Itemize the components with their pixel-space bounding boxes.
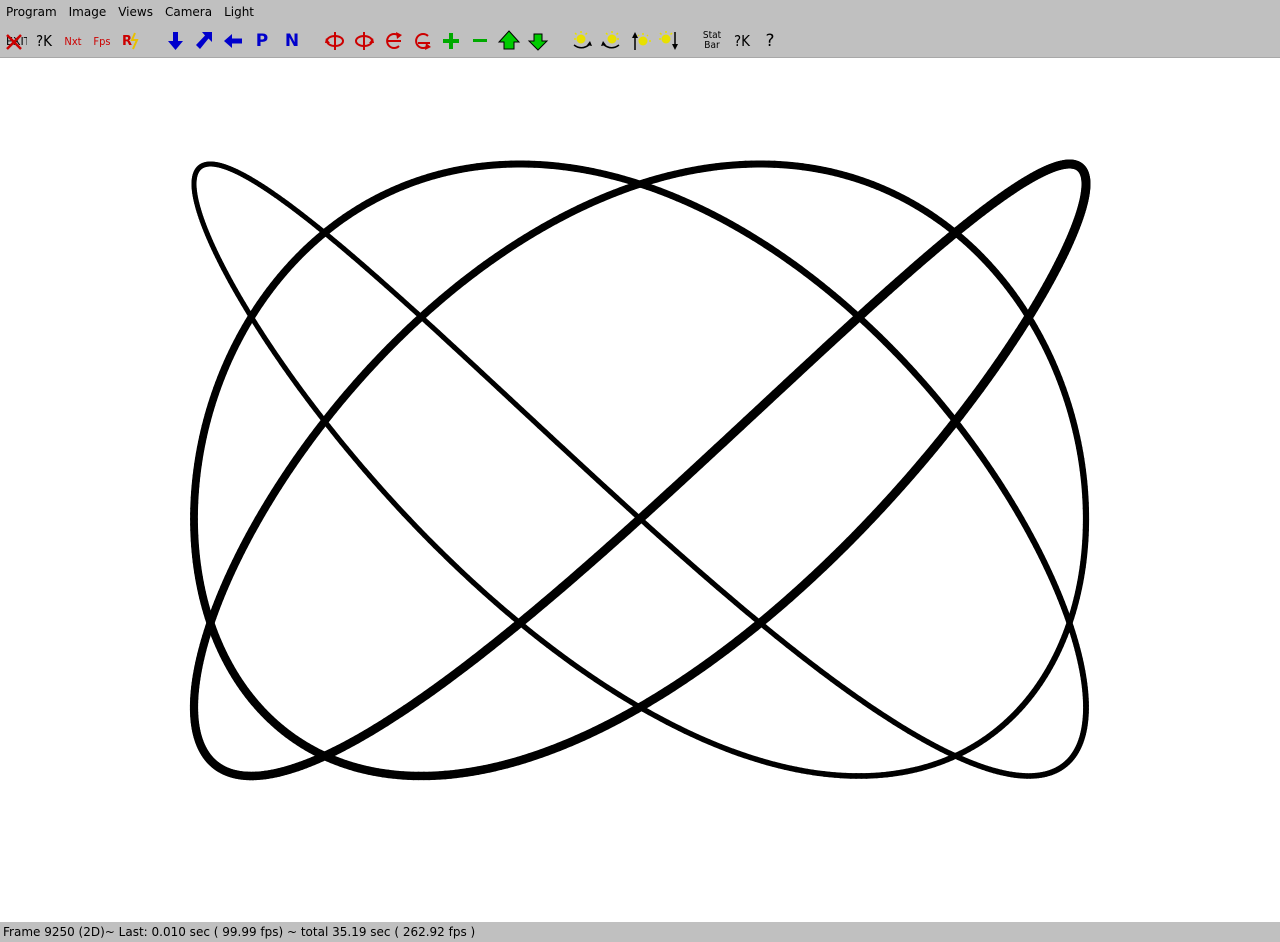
arrow-diagonal-button[interactable] xyxy=(191,28,217,54)
menu-views[interactable]: Views xyxy=(112,0,159,25)
zoom-in-button[interactable] xyxy=(438,28,464,54)
n-icon: N xyxy=(284,31,300,51)
ok-query-icon: ?K xyxy=(733,31,750,50)
help-icon: ? xyxy=(765,31,775,51)
reset-button[interactable]: R xyxy=(118,28,144,54)
light-rotate-left-icon xyxy=(573,31,592,49)
ok-query-button[interactable]: ?K xyxy=(31,28,57,54)
menu-light[interactable]: Light xyxy=(218,0,260,25)
fps-icon: Fps xyxy=(93,34,111,48)
move-up-button[interactable] xyxy=(496,28,522,54)
p-button[interactable]: P xyxy=(249,28,275,54)
p-icon: P xyxy=(255,31,269,51)
rotate-z-left-button[interactable] xyxy=(380,28,406,54)
rotate-y-right-button[interactable] xyxy=(351,28,377,54)
status-bar: Frame 9250 (2D)~ Last: 0.010 sec ( 99.99… xyxy=(0,922,1280,942)
rotate-z-left-icon xyxy=(386,32,402,49)
menu-camera[interactable]: Camera xyxy=(159,0,218,25)
exit-icon: EXIT xyxy=(6,34,27,50)
light-down-button[interactable] xyxy=(656,28,682,54)
stat-label-bottom: Bar xyxy=(704,40,720,51)
arrow-diagonal-icon xyxy=(196,32,212,49)
rotate-y-left-button[interactable] xyxy=(322,28,348,54)
arrow-down-button[interactable] xyxy=(162,28,188,54)
rotate-z-right-button[interactable] xyxy=(409,28,435,54)
ok-query-button-2[interactable]: ?K xyxy=(729,28,755,54)
light-up-button[interactable] xyxy=(627,28,653,54)
menu-program[interactable]: Program xyxy=(0,0,63,25)
next-icon: Nxt xyxy=(64,34,82,48)
help-button[interactable]: ? xyxy=(757,28,783,54)
fps-button[interactable]: Fps xyxy=(89,28,115,54)
light-down-icon xyxy=(659,31,678,50)
light-rotate-right-icon xyxy=(601,31,620,49)
move-down-button[interactable] xyxy=(525,28,551,54)
exit-button[interactable]: EXIT xyxy=(2,28,28,54)
lissajous-figure xyxy=(189,159,1091,781)
arrow-left-icon xyxy=(224,34,242,48)
zoom-out-icon xyxy=(473,39,487,42)
lissajous-curve xyxy=(189,159,1091,781)
rotate-z-right-icon xyxy=(415,33,431,50)
curve-segment xyxy=(682,465,698,480)
stat-bar-button[interactable]: Stat Bar xyxy=(699,28,725,54)
light-up-icon xyxy=(632,32,651,50)
render-canvas[interactable] xyxy=(0,58,1280,922)
arrow-down-icon xyxy=(168,32,183,50)
menu-bar: Program Image Views Camera Light xyxy=(0,0,1280,25)
arrow-left-button[interactable] xyxy=(220,28,246,54)
menu-image[interactable]: Image xyxy=(63,0,113,25)
move-down-icon xyxy=(527,33,549,51)
reset-icon: R xyxy=(122,32,139,50)
light-rotate-left-button[interactable] xyxy=(569,28,595,54)
zoom-out-button[interactable] xyxy=(467,28,493,54)
rotate-y-right-icon xyxy=(355,32,374,50)
ok-query-icon: ?K xyxy=(35,31,52,50)
rotate-y-left-icon xyxy=(325,32,344,50)
light-rotate-right-button[interactable] xyxy=(598,28,624,54)
move-up-icon xyxy=(497,30,521,50)
n-button[interactable]: N xyxy=(279,28,305,54)
zoom-in-icon xyxy=(443,33,459,49)
toolbar: EXIT ?K Nxt Fps R xyxy=(0,25,1280,58)
next-button[interactable]: Nxt xyxy=(60,28,86,54)
svg-text:R: R xyxy=(122,34,132,49)
